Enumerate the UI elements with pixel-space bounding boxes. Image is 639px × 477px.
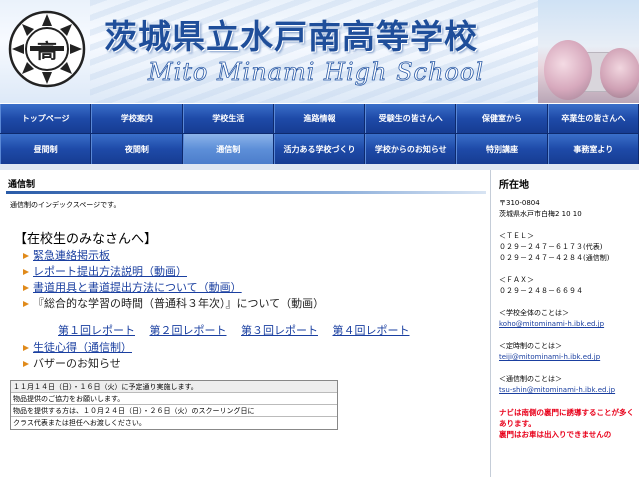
students-heading: 【在校生のみなさんへ】 xyxy=(14,232,158,247)
triangle-bullet-icon xyxy=(23,269,29,275)
contact-all-label: ＜学校全体のことは＞ xyxy=(499,309,569,317)
navigation-warning: ナビは南側の裏門に誘導することが多くあります。 xyxy=(499,408,634,428)
notice-row: 物品を提供する方は、１０月２４日（日）・２６日（火）のスクーリング日に xyxy=(11,405,337,417)
nav-special-courses[interactable]: 特別講座 xyxy=(456,134,548,164)
notice-row: １１月１４日（日）・１６日（火）に予定通り実施します。 xyxy=(11,381,337,393)
intro-text: 通信制のインデックスページです。 xyxy=(10,201,121,209)
column-divider xyxy=(490,170,491,477)
triangle-bullet-icon xyxy=(23,345,29,351)
report-links: 第１回レポート 第２回レポート 第３回レポート 第４回レポート xyxy=(58,322,421,338)
contact-teiji-label: ＜定時制のことは＞ xyxy=(499,342,562,350)
student-rules-link[interactable]: 生徒心得（通信制） xyxy=(33,341,132,354)
list-item: 書道用具と書道提出方法について（動画） xyxy=(22,280,324,296)
nav-school-life[interactable]: 学校生活 xyxy=(182,104,274,133)
triangle-bullet-icon xyxy=(23,361,29,367)
tel-label: ＜ＴＥＬ＞ xyxy=(499,232,534,240)
report-submission-video-link[interactable]: レポート提出方法説明（動画） xyxy=(33,265,187,278)
list-item: 緊急連絡掲示板 xyxy=(22,248,324,264)
tel-main: ０２９－２４７－６１７３(代表) xyxy=(499,243,603,251)
list-item: 『総合的な学習の時間（普通科３年次）』について（動画） xyxy=(22,296,324,312)
fax-number: ０２９－２４８－６６９４ xyxy=(499,287,583,295)
tel-correspondence: ０２９－２４７－４２８４(通信制) xyxy=(499,254,610,262)
student-links-list: 緊急連絡掲示板 レポート提出方法説明（動画） 書道用具と書道提出方法について（動… xyxy=(22,248,324,312)
report-2-link[interactable]: 第２回レポート xyxy=(150,324,227,337)
report-1-link[interactable]: 第１回レポート xyxy=(58,324,135,337)
nav-evening[interactable]: 夜間制 xyxy=(91,134,183,164)
contact-all-email-link[interactable]: koho@mitominami-h.ibk.ed.jp xyxy=(499,319,637,330)
cherry-tree-shape xyxy=(600,48,639,98)
triangle-bullet-icon xyxy=(23,285,29,291)
nav-school-news[interactable]: 学校からのお知らせ xyxy=(365,134,457,164)
nav-school-guide[interactable]: 学校案内 xyxy=(91,104,183,133)
postal-code: 〒310-0804 xyxy=(499,199,540,207)
address: 茨城県水戸市白梅2 10 10 xyxy=(499,210,582,218)
report-4-link[interactable]: 第４回レポート xyxy=(333,324,410,337)
list-item: レポート提出方法説明（動画） xyxy=(22,264,324,280)
bazaar-notice-box: １１月１４日（日）・１６日（火）に予定通り実施します。 物品提供のご協力をお願い… xyxy=(10,380,338,430)
section-title: 通信制 xyxy=(8,180,36,190)
nav-office[interactable]: 事務室より xyxy=(547,134,639,164)
campus-photo xyxy=(538,0,639,103)
main-nav-row-1: トップページ 学校案内 学校生活 進路情報 受験生の皆さんへ 保健室から 卒業生… xyxy=(0,104,639,133)
nav-vital-school[interactable]: 活力ある学校づくり xyxy=(273,134,366,164)
site-header: 高 茨城県立水戸南高等学校 Mito Minami High School xyxy=(0,0,639,103)
site-title[interactable]: 茨城県立水戸南高等学校 xyxy=(104,10,478,58)
site-subtitle: Mito Minami High School xyxy=(148,58,485,87)
crest-text: 高 xyxy=(37,39,57,63)
nav-career-info[interactable]: 進路情報 xyxy=(273,104,366,133)
integrated-study-label: 『総合的な学習の時間（普通科３年次）』について（動画） xyxy=(33,297,325,310)
nav-top-page[interactable]: トップページ xyxy=(0,104,92,133)
list-item: 生徒心得（通信制） xyxy=(22,340,132,356)
school-crest-icon: 高 xyxy=(8,10,86,88)
main-content: 通信制 通信制のインデックスページです。 【在校生のみなさんへ】 緊急連絡掲示板… xyxy=(0,170,490,477)
nav-for-applicants[interactable]: 受験生の皆さんへ xyxy=(365,104,457,133)
notice-row: クラス代表または担任へお渡しください。 xyxy=(13,419,146,427)
fax-label: ＜ＦＡＸ＞ xyxy=(499,276,534,284)
contact-tsushin-email-link[interactable]: tsu-shin@mitominami-h.ibk.ed.jp xyxy=(499,385,637,396)
contact-tsushin-label: ＜通信制のことは＞ xyxy=(499,375,562,383)
notice-row: 物品提供のご協力をお願いします。 xyxy=(11,393,337,405)
emergency-board-link[interactable]: 緊急連絡掲示板 xyxy=(33,249,110,262)
list-item: バザーのお知らせ xyxy=(22,356,132,372)
contact-teiji-email-link[interactable]: teiji@mitominami-h.ibk.ed.jp xyxy=(499,352,637,363)
sidebar-title: 所在地 xyxy=(499,180,529,191)
back-gate-warning: 裏門はお車は出入りできませんの xyxy=(499,430,612,439)
bazaar-notice-label: バザーのお知らせ xyxy=(33,357,121,370)
sidebar-location: 所在地 〒310-0804 茨城県水戸市白梅2 10 10 ＜ＴＥＬ＞ ０２９－… xyxy=(499,176,637,440)
nav-health-room[interactable]: 保健室から xyxy=(456,104,548,133)
student-links-list-2: 生徒心得（通信制） バザーのお知らせ xyxy=(22,340,132,372)
calligraphy-video-link[interactable]: 書道用具と書道提出方法について（動画） xyxy=(33,281,242,294)
cherry-tree-shape xyxy=(544,40,592,100)
nav-daytime[interactable]: 昼間制 xyxy=(0,134,92,164)
section-divider xyxy=(6,191,486,194)
nav-correspondence[interactable]: 通信制 xyxy=(182,134,274,164)
main-nav-row-2: 昼間制 夜間制 通信制 活力ある学校づくり 学校からのお知らせ 特別講座 事務室… xyxy=(0,134,639,164)
triangle-bullet-icon xyxy=(23,301,29,307)
triangle-bullet-icon xyxy=(23,253,29,259)
nav-for-graduates[interactable]: 卒業生の皆さんへ xyxy=(547,104,639,133)
report-3-link[interactable]: 第３回レポート xyxy=(241,324,318,337)
